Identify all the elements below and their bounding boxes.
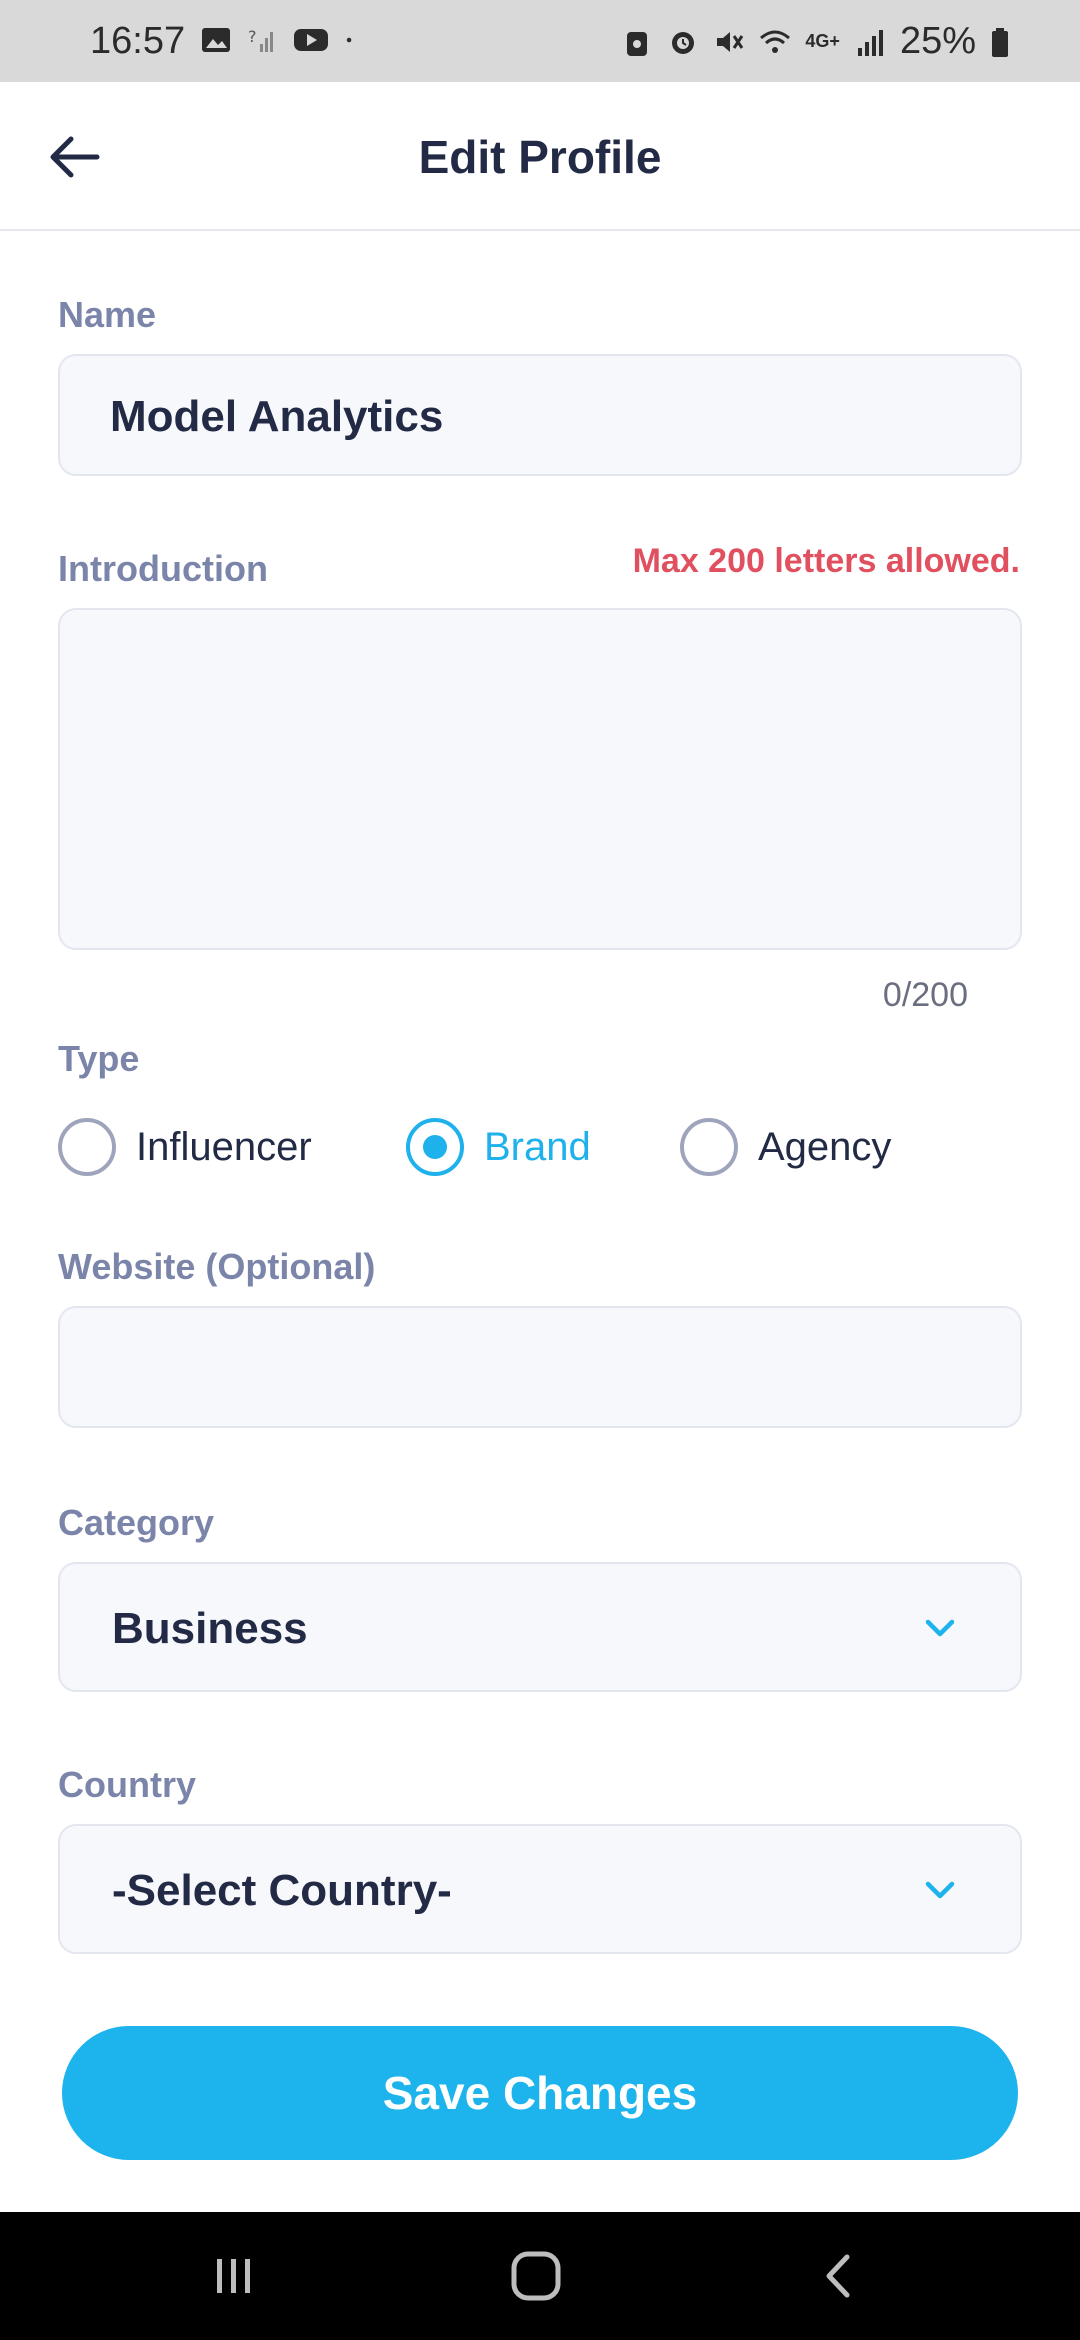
radio-circle-icon	[680, 1118, 738, 1176]
radio-circle-icon	[58, 1118, 116, 1176]
status-bar: 16:57 ? 4G+ 25%	[0, 0, 1080, 82]
lock-icon	[627, 31, 648, 56]
network-type: 4G+	[805, 31, 840, 51]
radio-brand-label: Brand	[484, 1124, 591, 1169]
introduction-char-counter: 0/200	[882, 976, 968, 1014]
save-changes-button[interactable]: Save Changes	[62, 2026, 1018, 2160]
name-label: Name	[58, 294, 157, 335]
category-label: Category	[58, 1502, 215, 1543]
introduction-limit-warning: Max 200 letters allowed.	[632, 542, 1020, 580]
battery-icon	[992, 27, 1008, 57]
status-time: 16:57	[90, 20, 186, 62]
name-input-value: Model Analytics	[110, 392, 444, 441]
signal-icon	[857, 29, 883, 56]
category-selected-value: Business	[112, 1604, 308, 1653]
signal-unknown-icon: ?	[248, 27, 273, 52]
introduction-label: Introduction	[58, 548, 268, 589]
website-label: Website (Optional)	[58, 1246, 376, 1287]
radio-influencer[interactable]: Influencer	[58, 1118, 312, 1176]
chevron-left-icon	[826, 2254, 850, 2298]
wifi-icon	[760, 30, 791, 53]
mute-icon	[717, 31, 744, 52]
youtube-icon	[294, 29, 328, 51]
system-nav-bar	[0, 2212, 1080, 2340]
status-icons-right: 4G+ 25%	[621, 20, 1010, 63]
radio-agency-label: Agency	[758, 1124, 892, 1169]
radio-agency[interactable]: Agency	[680, 1118, 891, 1176]
battery-percent: 25%	[899, 20, 976, 62]
category-select[interactable]: Business	[58, 1562, 1022, 1692]
home-button[interactable]	[506, 2246, 566, 2306]
page-title: Edit Profile	[418, 131, 662, 183]
status-icons-left: ?	[200, 24, 362, 56]
dot-icon	[346, 37, 352, 43]
radio-brand[interactable]: Brand	[406, 1118, 591, 1176]
introduction-textarea[interactable]	[58, 608, 1022, 950]
app-header: Edit Profile	[0, 82, 1080, 231]
radio-selected-icon	[406, 1118, 464, 1176]
name-input[interactable]: Model Analytics	[58, 354, 1022, 476]
system-back-button[interactable]	[810, 2246, 870, 2306]
country-selected-value: -Select Country-	[112, 1866, 452, 1915]
recent-apps-icon	[217, 2259, 250, 2293]
alarm-icon	[672, 31, 695, 54]
home-icon	[511, 2251, 561, 2301]
country-label: Country	[58, 1764, 196, 1805]
recent-apps-button[interactable]	[204, 2246, 264, 2306]
svg-text:?: ?	[248, 27, 257, 46]
chevron-down-icon	[925, 1619, 955, 1637]
image-icon	[202, 28, 230, 52]
country-select[interactable]: -Select Country-	[58, 1824, 1022, 1954]
chevron-down-icon	[925, 1881, 955, 1899]
website-input[interactable]	[58, 1306, 1022, 1428]
type-radio-group: Influencer Brand Agency	[58, 1110, 1022, 1190]
type-label: Type	[58, 1038, 140, 1079]
radio-influencer-label: Influencer	[136, 1124, 312, 1169]
